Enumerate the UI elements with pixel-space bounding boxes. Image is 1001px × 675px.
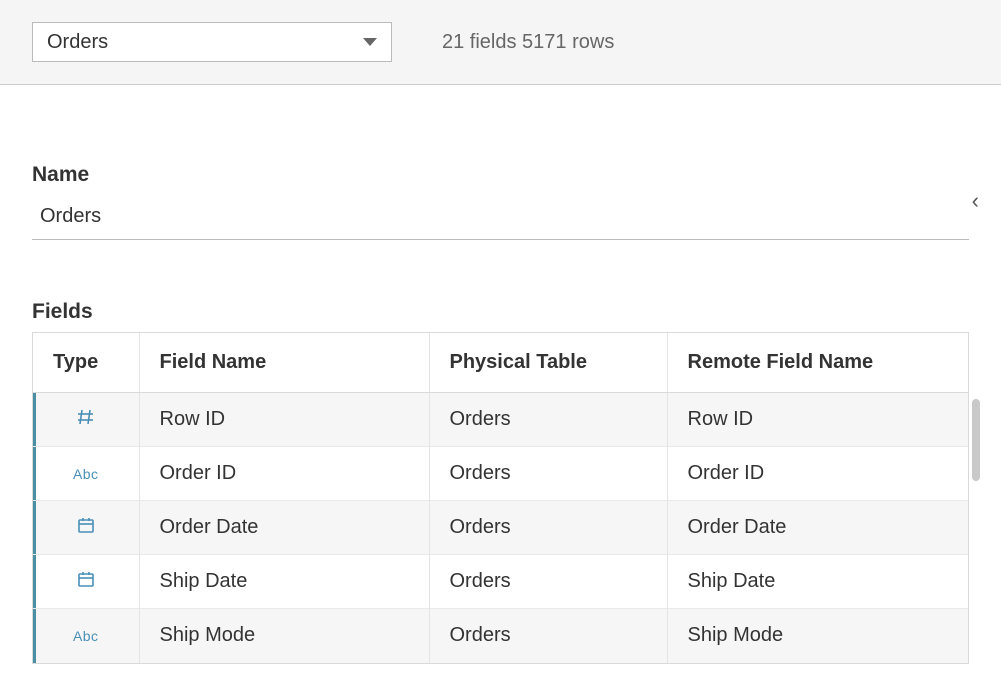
number-type-icon: [77, 408, 95, 426]
cell-field-name[interactable]: Row ID: [139, 393, 429, 447]
table-summary: 21 fields 5171 rows: [442, 31, 614, 54]
cell-physical-table[interactable]: Orders: [429, 393, 667, 447]
cell-type[interactable]: Abc: [33, 609, 139, 663]
string-type-icon: Abc: [73, 466, 99, 482]
cell-type[interactable]: [33, 555, 139, 609]
top-bar: Orders 21 fields 5171 rows: [0, 0, 1001, 85]
table-row[interactable]: Abc Order IDOrdersOrder ID: [33, 447, 968, 501]
date-type-icon: [77, 516, 95, 534]
cell-field-name[interactable]: Order ID: [139, 447, 429, 501]
collapse-panel-button[interactable]: ‹: [972, 188, 979, 214]
fields-table: Type Field Name Physical Table Remote Fi…: [33, 333, 968, 663]
table-row[interactable]: Row IDOrdersRow ID: [33, 393, 968, 447]
fields-table-wrap: Type Field Name Physical Table Remote Fi…: [32, 332, 969, 664]
cell-type[interactable]: [33, 501, 139, 555]
table-selector-value: Orders: [47, 31, 108, 54]
cell-physical-table[interactable]: Orders: [429, 501, 667, 555]
chevron-down-icon: [363, 38, 377, 46]
col-header-field-name[interactable]: Field Name: [139, 333, 429, 393]
col-header-physical-table[interactable]: Physical Table: [429, 333, 667, 393]
cell-type[interactable]: [33, 393, 139, 447]
scrollbar-thumb[interactable]: [972, 399, 980, 481]
cell-remote-field-name[interactable]: Ship Mode: [667, 609, 968, 663]
table-row[interactable]: Order DateOrdersOrder Date: [33, 501, 968, 555]
cell-field-name[interactable]: Ship Mode: [139, 609, 429, 663]
cell-remote-field-name[interactable]: Row ID: [667, 393, 968, 447]
col-header-remote-field-name[interactable]: Remote Field Name: [667, 333, 968, 393]
fields-label: Fields: [32, 300, 969, 324]
col-header-type[interactable]: Type: [33, 333, 139, 393]
cell-physical-table[interactable]: Orders: [429, 555, 667, 609]
details-panel: ‹ Name Fields Type Field Name Physical T…: [0, 163, 1001, 664]
cell-physical-table[interactable]: Orders: [429, 609, 667, 663]
date-type-icon: [77, 570, 95, 588]
name-label: Name: [32, 163, 969, 187]
cell-remote-field-name[interactable]: Order ID: [667, 447, 968, 501]
cell-type[interactable]: Abc: [33, 447, 139, 501]
string-type-icon: Abc: [73, 628, 99, 644]
cell-field-name[interactable]: Ship Date: [139, 555, 429, 609]
cell-remote-field-name[interactable]: Ship Date: [667, 555, 968, 609]
cell-physical-table[interactable]: Orders: [429, 447, 667, 501]
cell-remote-field-name[interactable]: Order Date: [667, 501, 968, 555]
table-selector[interactable]: Orders: [32, 22, 392, 62]
cell-field-name[interactable]: Order Date: [139, 501, 429, 555]
table-header-row: Type Field Name Physical Table Remote Fi…: [33, 333, 968, 393]
table-row[interactable]: Ship DateOrdersShip Date: [33, 555, 968, 609]
table-name-input[interactable]: [32, 195, 969, 240]
table-row[interactable]: Abc Ship ModeOrdersShip Mode: [33, 609, 968, 663]
